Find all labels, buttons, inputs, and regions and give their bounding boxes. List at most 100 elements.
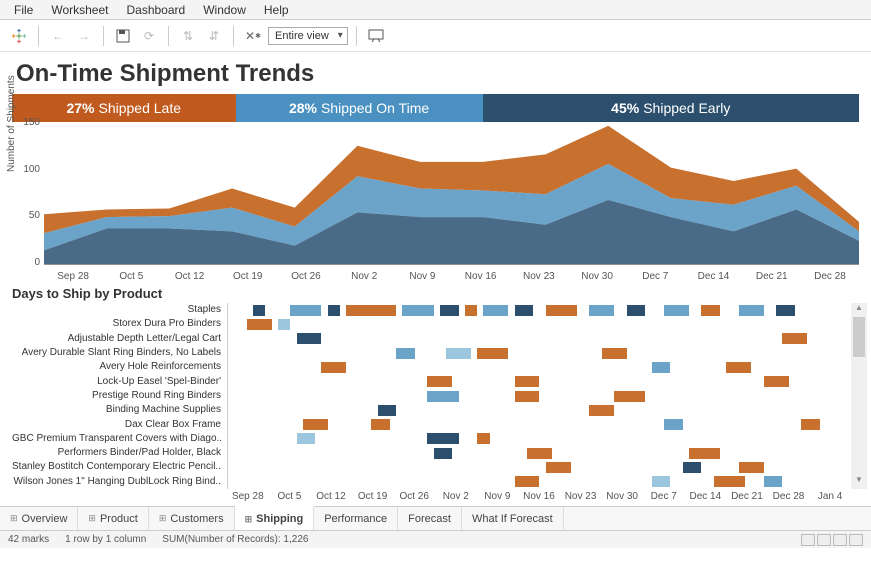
gantt-bar[interactable] — [290, 305, 321, 316]
sheet-tabs: ⊞Overview ⊞Product ⊞Customers ⊞Shipping … — [0, 506, 871, 530]
gantt-bar[interactable] — [652, 362, 671, 373]
tab-shipping[interactable]: ⊞Shipping — [235, 506, 315, 530]
gantt-product-label: Storex Dura Pro Binders — [12, 317, 227, 331]
menu-bar: File Worksheet Dashboard Window Help — [0, 0, 871, 20]
gantt-bar[interactable] — [483, 305, 508, 316]
gantt-bar[interactable] — [527, 448, 552, 459]
gantt-bar[interactable] — [546, 305, 577, 316]
gantt-bar[interactable] — [247, 319, 272, 330]
gantt-bar[interactable] — [664, 305, 689, 316]
view-icon-2[interactable] — [817, 534, 831, 546]
menu-worksheet[interactable]: Worksheet — [43, 2, 116, 18]
gantt-bar[interactable] — [440, 305, 459, 316]
gantt-bar[interactable] — [297, 333, 322, 344]
gantt-bar[interactable] — [465, 305, 477, 316]
view-icon-4[interactable] — [849, 534, 863, 546]
gantt-bar[interactable] — [764, 476, 783, 487]
gantt-bar[interactable] — [297, 433, 316, 444]
menu-file[interactable]: File — [6, 2, 41, 18]
status-rows: 1 row by 1 column — [65, 534, 146, 545]
gantt-bar[interactable] — [701, 305, 720, 316]
menu-help[interactable]: Help — [256, 2, 297, 18]
gantt-bar[interactable] — [515, 305, 534, 316]
gantt-bar[interactable] — [683, 462, 702, 473]
gantt-product-label: Prestige Round Ring Binders — [12, 389, 227, 403]
tab-whatif[interactable]: What If Forecast — [462, 507, 564, 530]
gantt-bar[interactable] — [477, 433, 489, 444]
gantt-bar[interactable] — [427, 433, 458, 444]
tab-performance[interactable]: Performance — [314, 507, 398, 530]
tab-forecast[interactable]: Forecast — [398, 507, 462, 530]
refresh-button[interactable]: ⟳ — [138, 25, 160, 47]
kpi-late[interactable]: 27%Shipped Late — [12, 94, 236, 122]
gantt-bar[interactable] — [402, 305, 433, 316]
clear-button[interactable]: ✕✱ — [242, 25, 264, 47]
save-button[interactable] — [112, 25, 134, 47]
gantt-bar[interactable] — [627, 305, 646, 316]
gantt-bar[interactable] — [589, 305, 614, 316]
gantt-bar[interactable] — [515, 391, 540, 402]
gantt-bar[interactable] — [652, 476, 671, 487]
kpi-ontime[interactable]: 28%Shipped On Time — [236, 94, 483, 122]
sort-button[interactable]: ⇵ — [203, 25, 225, 47]
gantt-bar[interactable] — [328, 305, 340, 316]
gantt-bar[interactable] — [714, 476, 745, 487]
menu-window[interactable]: Window — [195, 2, 254, 18]
gantt-rows — [227, 303, 851, 489]
scroll-down-icon[interactable]: ▼ — [851, 475, 867, 489]
gantt-bar[interactable] — [602, 348, 627, 359]
gantt-bar[interactable] — [764, 376, 789, 387]
gantt-product-label: Binding Machine Supplies — [12, 403, 227, 417]
gantt-chart[interactable]: StaplesStorex Dura Pro BindersAdjustable… — [12, 303, 867, 489]
back-button[interactable]: ← — [47, 25, 69, 47]
gantt-bar[interactable] — [378, 405, 397, 416]
gantt-bar[interactable] — [427, 391, 458, 402]
tab-overview[interactable]: ⊞Overview — [0, 507, 78, 530]
gantt-product-label: Dax Clear Box Frame — [12, 418, 227, 432]
tableau-logo-icon — [8, 25, 30, 47]
gantt-bar[interactable] — [427, 376, 452, 387]
forward-button[interactable]: → — [73, 25, 95, 47]
gantt-bar[interactable] — [346, 305, 396, 316]
tab-product[interactable]: ⊞Product — [78, 507, 148, 530]
gantt-bar[interactable] — [253, 305, 265, 316]
view-icon-3[interactable] — [833, 534, 847, 546]
fit-dropdown[interactable]: Entire view — [268, 27, 348, 45]
gantt-bar[interactable] — [278, 319, 290, 330]
gantt-product-label: Wilson Jones 1" Hanging DublLock Ring Bi… — [12, 475, 227, 489]
kpi-ontime-pct: 28% — [289, 100, 317, 116]
gantt-bar[interactable] — [546, 462, 571, 473]
gantt-x-axis: Sep 28Oct 5Oct 12Oct 19Oct 26Nov 2Nov 9N… — [227, 489, 851, 506]
gantt-bar[interactable] — [446, 348, 471, 359]
gantt-bar[interactable] — [515, 376, 540, 387]
gantt-bar[interactable] — [739, 462, 764, 473]
gantt-bar[interactable] — [321, 362, 346, 373]
area-chart[interactable]: Number of Shipments 050100150 Sep 28Oct … — [12, 122, 859, 282]
gantt-scrollbar[interactable]: ▲ ▼ — [851, 303, 867, 489]
gantt-bar[interactable] — [664, 419, 683, 430]
gantt-bar[interactable] — [782, 333, 807, 344]
gantt-bar[interactable] — [434, 448, 453, 459]
kpi-late-pct: 27% — [66, 100, 94, 116]
gantt-bar[interactable] — [515, 476, 540, 487]
gantt-bar[interactable] — [689, 448, 720, 459]
gantt-bar[interactable] — [801, 419, 820, 430]
gantt-bar[interactable] — [396, 348, 415, 359]
gantt-bar[interactable] — [477, 348, 508, 359]
gantt-bar[interactable] — [739, 305, 764, 316]
gantt-bar[interactable] — [776, 305, 795, 316]
gantt-bar[interactable] — [371, 419, 390, 430]
presentation-mode-button[interactable] — [365, 25, 387, 47]
tab-customers[interactable]: ⊞Customers — [149, 507, 235, 530]
kpi-early[interactable]: 45%Shipped Early — [483, 94, 859, 122]
status-marks: 42 marks — [8, 534, 49, 545]
gantt-bar[interactable] — [614, 391, 645, 402]
gantt-bar[interactable] — [726, 362, 751, 373]
gantt-bar[interactable] — [303, 419, 328, 430]
gantt-bar[interactable] — [589, 405, 614, 416]
menu-dashboard[interactable]: Dashboard — [118, 2, 193, 18]
scroll-thumb[interactable] — [853, 317, 865, 357]
swap-button[interactable]: ⇅ — [177, 25, 199, 47]
view-icon-1[interactable] — [801, 534, 815, 546]
scroll-up-icon[interactable]: ▲ — [851, 303, 867, 317]
